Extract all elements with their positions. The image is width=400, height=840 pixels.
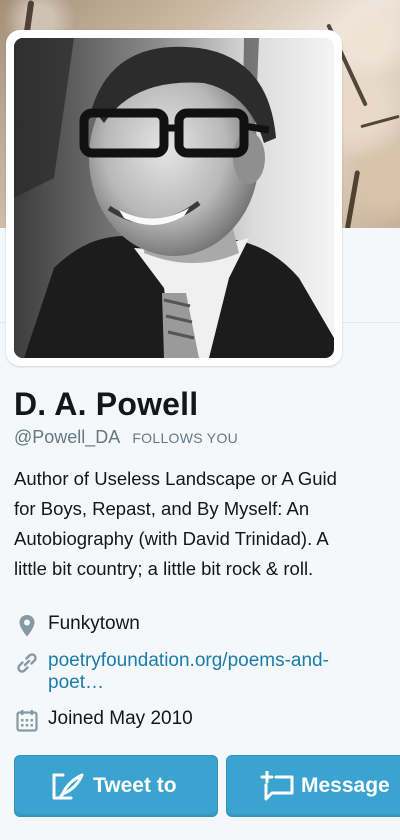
url-row: poetryfoundation.org/poems-and- poet… [14,650,329,694]
joined-text: Joined May 2010 [48,708,193,729]
profile-bio: Author of Useless Landscape or A Guid fo… [14,464,400,584]
calendar-icon [14,709,40,733]
handle-row: @Powell_DA FOLLOWS YOU [14,427,238,449]
bio-line: little bit country; a little bit rock & … [14,558,314,579]
link-icon [14,651,40,675]
tweet-to-button[interactable]: Tweet to [14,755,218,817]
message-button[interactable]: Message [226,755,400,817]
avatar-frame[interactable] [6,30,342,366]
profile-handle[interactable]: @Powell_DA [14,427,120,448]
bio-line: Author of Useless Landscape or A Guid [14,468,337,489]
compose-tweet-icon [51,771,85,801]
new-message-icon [259,771,295,801]
url-line[interactable]: poet… [48,672,329,694]
location-text: Funkytown [48,613,140,634]
bio-line: Autobiography (with David Trinidad). A [14,528,329,549]
bio-line: for Boys, Repast, and By Myself: An [14,498,310,519]
message-label[interactable]: Message [301,774,390,798]
url-line[interactable]: poetryfoundation.org/poems-and- [48,650,329,672]
tweet-to-label[interactable]: Tweet to [93,774,177,798]
joined-row: Joined May 2010 [14,708,193,733]
avatar[interactable] [14,38,334,358]
profile-name[interactable]: D. A. Powell [14,386,198,423]
follows-you-badge: FOLLOWS YOU [132,430,239,446]
location-row: Funkytown [14,613,140,638]
map-pin-icon [14,614,40,638]
profile-url-link[interactable]: poetryfoundation.org/poems-and- poet… [48,650,329,694]
